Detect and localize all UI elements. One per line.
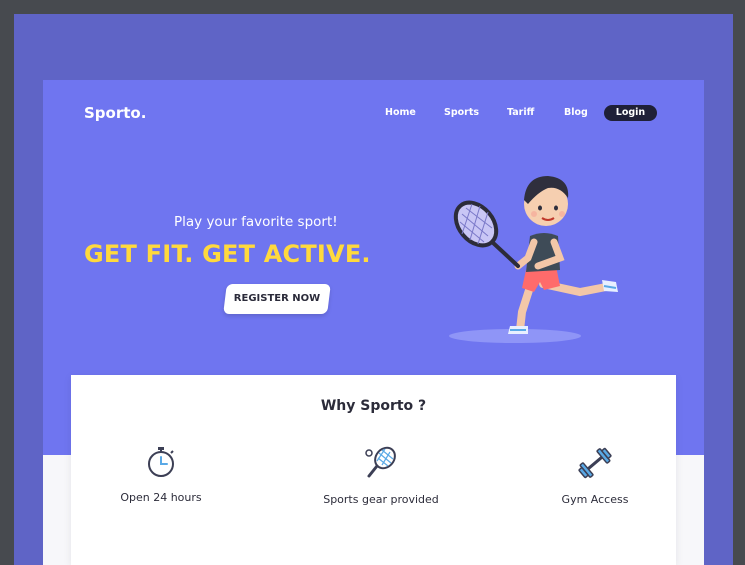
nav-item-sports[interactable]: Sports — [444, 107, 479, 118]
feature-sports-gear: Sports gear provided — [291, 445, 471, 506]
nav-item-blog[interactable]: Blog — [564, 107, 588, 118]
login-button[interactable]: Login — [604, 105, 657, 121]
feature-open-24-hours: Open 24 hours — [71, 445, 251, 504]
nav-item-tariff[interactable]: Tariff — [507, 107, 534, 118]
dumbbell-icon — [578, 447, 612, 479]
hero-tagline: Play your favorite sport! — [174, 214, 338, 230]
why-sporto-title: Why Sporto ? — [320, 398, 427, 414]
feature-gym-access: Gym Access — [505, 445, 685, 506]
landing-page: Sporto. Home Sports Tariff Blog Login Pl… — [43, 80, 704, 565]
feature-label: Gym Access — [561, 493, 629, 506]
hero-headline: GET FIT. GET ACTIVE. — [84, 240, 371, 268]
register-now-button[interactable]: REGISTER NOW — [223, 284, 331, 314]
why-sporto-card: Why Sporto ? Open 24 hours Sports gear p… — [71, 375, 676, 565]
stopwatch-icon — [148, 447, 174, 477]
tennis-racket-icon — [365, 446, 396, 478]
brand-logo[interactable]: Sporto. — [84, 104, 146, 122]
feature-label: Open 24 hours — [120, 491, 202, 504]
register-now-label: REGISTER NOW — [233, 293, 321, 304]
feature-label: Sports gear provided — [323, 493, 439, 506]
tennis-player-illustration — [449, 176, 618, 343]
nav-item-home[interactable]: Home — [385, 107, 416, 118]
